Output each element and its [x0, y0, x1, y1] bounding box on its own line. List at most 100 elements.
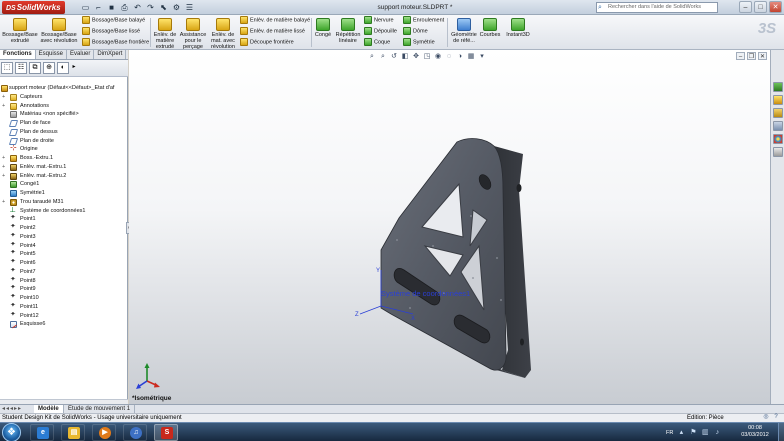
tree-item[interactable]: Point9: [0, 285, 128, 294]
expand-toggle-icon[interactable]: +: [2, 154, 7, 163]
help-search-input[interactable]: ⌕ Rechercher dans l'aide de SolidWorks: [596, 2, 718, 13]
reference-triad[interactable]: [135, 361, 161, 391]
tree-item[interactable]: Plan de face: [0, 119, 128, 128]
swept-cut-button[interactable]: Enlèv. de matière balayé: [240, 16, 310, 25]
wrap-button[interactable]: Enroulement: [403, 16, 444, 25]
tree-item[interactable]: Origine: [0, 145, 128, 154]
solidworks-logo[interactable]: DSSolidWorks: [2, 1, 65, 14]
boundary-cut-button[interactable]: Découpe frontière: [240, 38, 294, 47]
solidworks-resources-icon[interactable]: [773, 82, 783, 92]
rebuild-status-icon[interactable]: ◎: [762, 414, 770, 421]
expand-toggle-icon[interactable]: +: [2, 172, 7, 181]
options-icon[interactable]: ☰: [184, 2, 195, 13]
tree-item[interactable]: Point2: [0, 224, 128, 233]
tree-item[interactable]: Point3: [0, 233, 128, 242]
curves-button[interactable]: Courbes: [479, 18, 501, 38]
shell-button[interactable]: Coque: [364, 38, 390, 47]
instant3d-button[interactable]: Instant3D: [503, 18, 533, 38]
taskbar-ie[interactable]: e: [30, 424, 54, 441]
show-desktop-button[interactable]: [778, 423, 784, 441]
tray-expand-icon[interactable]: ▴: [677, 429, 685, 437]
tree-item[interactable]: Point12: [0, 312, 128, 321]
tree-item[interactable]: Point5: [0, 250, 128, 259]
help-status-icon[interactable]: ?: [772, 414, 780, 421]
revolved-cut-button[interactable]: Enlèv. de mat. avec révolution: [208, 18, 238, 50]
scroll-arrow-icon[interactable]: ▸: [71, 62, 77, 74]
save-icon[interactable]: ■: [106, 2, 117, 13]
lofted-boss-button[interactable]: Bossage/Base lissé: [82, 27, 140, 36]
appearances-icon[interactable]: [773, 134, 783, 144]
tab-scroll-arrows-icon[interactable]: ◂◂◂▸▸: [2, 405, 22, 413]
property-manager-icon[interactable]: ☷: [15, 62, 27, 74]
lofted-cut-button[interactable]: Enlèv. de matière lissé: [240, 27, 305, 36]
design-library-icon[interactable]: [773, 95, 783, 105]
tree-item[interactable]: Point6: [0, 259, 128, 268]
tree-item[interactable]: Point11: [0, 303, 128, 312]
dome-button[interactable]: Dôme: [403, 27, 428, 36]
new-icon[interactable]: ▭: [80, 2, 91, 13]
tab-evaluate[interactable]: Evaluer: [67, 50, 95, 59]
tree-item[interactable]: + Enlèv. mat.-Extru.1: [0, 163, 128, 172]
network-icon[interactable]: ▥: [701, 429, 709, 437]
view-palette-icon[interactable]: [773, 121, 783, 131]
tree-item[interactable]: Congé1: [0, 180, 128, 189]
file-explorer-icon[interactable]: [773, 108, 783, 118]
tree-item[interactable]: Point8: [0, 277, 128, 286]
boss-extrude-button[interactable]: Bossage/Base extrudé: [2, 18, 38, 44]
taskbar-itunes[interactable]: ♫: [123, 424, 147, 441]
swept-boss-button[interactable]: Bossage/Base balayé: [82, 16, 145, 25]
expand-toggle-icon[interactable]: +: [2, 93, 7, 102]
custom-properties-icon[interactable]: [773, 147, 783, 157]
bracket-part-model[interactable]: Y Z X: [129, 50, 770, 404]
fillet-button[interactable]: Congé: [313, 18, 333, 38]
tree-item[interactable]: Point1: [0, 215, 128, 224]
reference-geometry-button[interactable]: Géométrie de réfé...: [449, 18, 479, 44]
tree-item[interactable]: Plan de dessus: [0, 128, 128, 137]
configuration-manager-icon[interactable]: ⧉: [29, 62, 41, 74]
revolved-boss-button[interactable]: Bossage/Base avec révolution: [40, 18, 78, 44]
expand-toggle-icon[interactable]: +: [2, 198, 7, 207]
rebuild-icon[interactable]: ⚙: [171, 2, 182, 13]
hole-wizard-button[interactable]: Assistance pour le perçage: [179, 18, 207, 50]
mirror-button[interactable]: Symétrie: [403, 38, 435, 47]
tree-item[interactable]: + Boss.-Extru.1: [0, 154, 128, 163]
draft-button[interactable]: Dépouille: [364, 27, 397, 36]
start-button[interactable]: [2, 423, 21, 441]
tree-item[interactable]: + Capteurs: [0, 93, 128, 102]
select-icon[interactable]: ⬉: [158, 2, 169, 13]
minimize-button[interactable]: ‒: [739, 1, 752, 13]
tab-features[interactable]: Fonctions: [0, 50, 36, 59]
tree-item[interactable]: + Enlèv. mat.-Extru.2: [0, 172, 128, 181]
tree-item[interactable]: + Annotations: [0, 102, 128, 111]
tree-item[interactable]: Système de coordonnées1: [0, 207, 128, 216]
tree-item[interactable]: Plan de droite: [0, 137, 128, 146]
rib-button[interactable]: Nervure: [364, 16, 394, 25]
flag-icon[interactable]: ⚑: [689, 429, 697, 437]
expand-toggle-icon[interactable]: +: [2, 102, 7, 111]
taskbar-media-player[interactable]: ▶: [92, 424, 116, 441]
tab-sketch[interactable]: Esquisse: [36, 50, 68, 59]
maximize-button[interactable]: □: [754, 1, 767, 13]
boundary-boss-button[interactable]: Bossage/Base frontière: [82, 38, 149, 47]
tab-dimxpert[interactable]: DimXpert: [94, 50, 127, 59]
clock[interactable]: 00:08 03/03/2012: [736, 425, 774, 439]
taskbar-explorer[interactable]: ▤: [61, 424, 85, 441]
print-icon[interactable]: ⎙: [119, 2, 130, 13]
tree-item[interactable]: Point4: [0, 242, 128, 251]
dimxpert-manager-icon[interactable]: ⊕: [43, 62, 55, 74]
tree-item[interactable]: Point7: [0, 268, 128, 277]
tree-item[interactable]: Symétrie1: [0, 189, 128, 198]
linear-pattern-button[interactable]: Répétition linéaire: [334, 18, 362, 44]
volume-icon[interactable]: ♪: [713, 429, 721, 437]
tree-item[interactable]: Matériau <non spécifié>: [0, 110, 128, 119]
close-button[interactable]: ✕: [769, 1, 782, 13]
taskbar-solidworks[interactable]: S: [154, 424, 178, 441]
display-manager-icon[interactable]: ◐: [57, 62, 69, 74]
tree-item[interactable]: Esquisse6: [0, 320, 128, 329]
expand-toggle-icon[interactable]: +: [2, 163, 7, 172]
tree-item[interactable]: + Trou taraudé M31: [0, 198, 128, 207]
redo-icon[interactable]: ↷: [145, 2, 156, 13]
extruded-cut-button[interactable]: Enlèv. de matière extrudé: [152, 18, 178, 50]
graphics-viewport[interactable]: ⌕ ⌕ ↺ ◧ ✥ ◳ ◉ ◌ ◑ ▦ ▾ ‒ ❐ ✕ Y Z X Systèm…: [129, 50, 770, 404]
feature-tree-icon[interactable]: ⬚: [1, 62, 13, 74]
